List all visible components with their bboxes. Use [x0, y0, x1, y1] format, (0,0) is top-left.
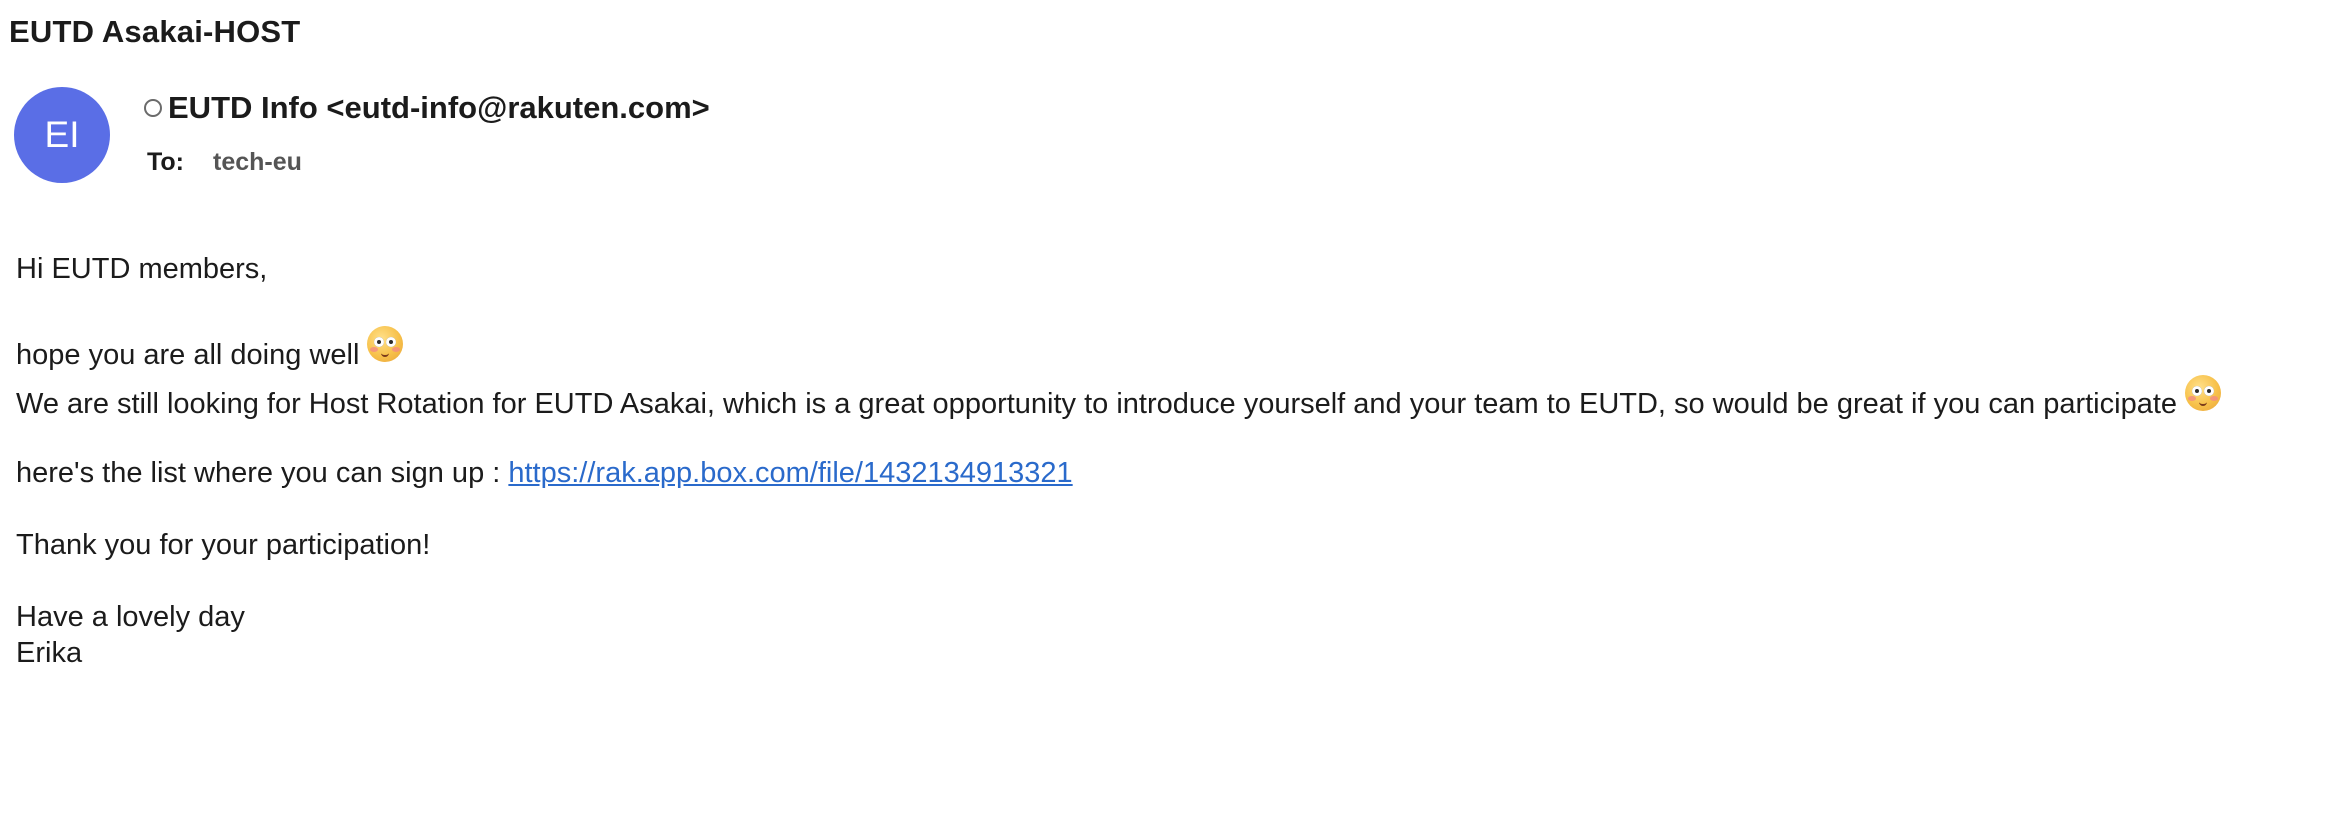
closing-text: Have a lovely day	[16, 601, 245, 633]
signature-text: Erika	[16, 637, 83, 669]
recipients-row: To: tech-eu	[147, 148, 302, 177]
smiling-face-icon	[2185, 375, 2222, 411]
signature-line: Erika	[16, 637, 82, 670]
avatar-initials: EI	[44, 114, 80, 155]
to-label: To:	[147, 148, 185, 176]
thanks-line: Thank you for your participation!	[16, 529, 430, 562]
email-subject: EUTD Asakai-HOST	[9, 14, 301, 49]
sender-name[interactable]: EUTD Info <eutd-info@rakuten.com>	[168, 90, 710, 126]
greeting-text: Hi EUTD members,	[16, 253, 268, 285]
smiling-face-icon	[367, 326, 404, 362]
signup-line: here's the list where you can sign up : …	[16, 457, 1073, 490]
presence-ring-icon	[144, 99, 162, 117]
hope-line: hope you are all doing well	[16, 326, 404, 372]
to-recipient[interactable]: tech-eu	[213, 148, 302, 177]
greeting-line: Hi EUTD members,	[16, 253, 267, 286]
signup-prefix: here's the list where you can sign up :	[16, 457, 509, 489]
sender-avatar[interactable]: EI	[14, 87, 110, 183]
thanks-text: Thank you for your participation!	[16, 529, 431, 561]
hope-text: hope you are all doing well	[16, 339, 360, 371]
looking-line: We are still looking for Host Rotation f…	[16, 375, 2222, 421]
signup-link[interactable]: https://rak.app.box.com/file/14321349133…	[508, 457, 1072, 490]
closing-line: Have a lovely day	[16, 601, 245, 634]
looking-text: We are still looking for Host Rotation f…	[16, 388, 2178, 420]
sender-row: EUTD Info <eutd-info@rakuten.com>	[144, 90, 710, 126]
